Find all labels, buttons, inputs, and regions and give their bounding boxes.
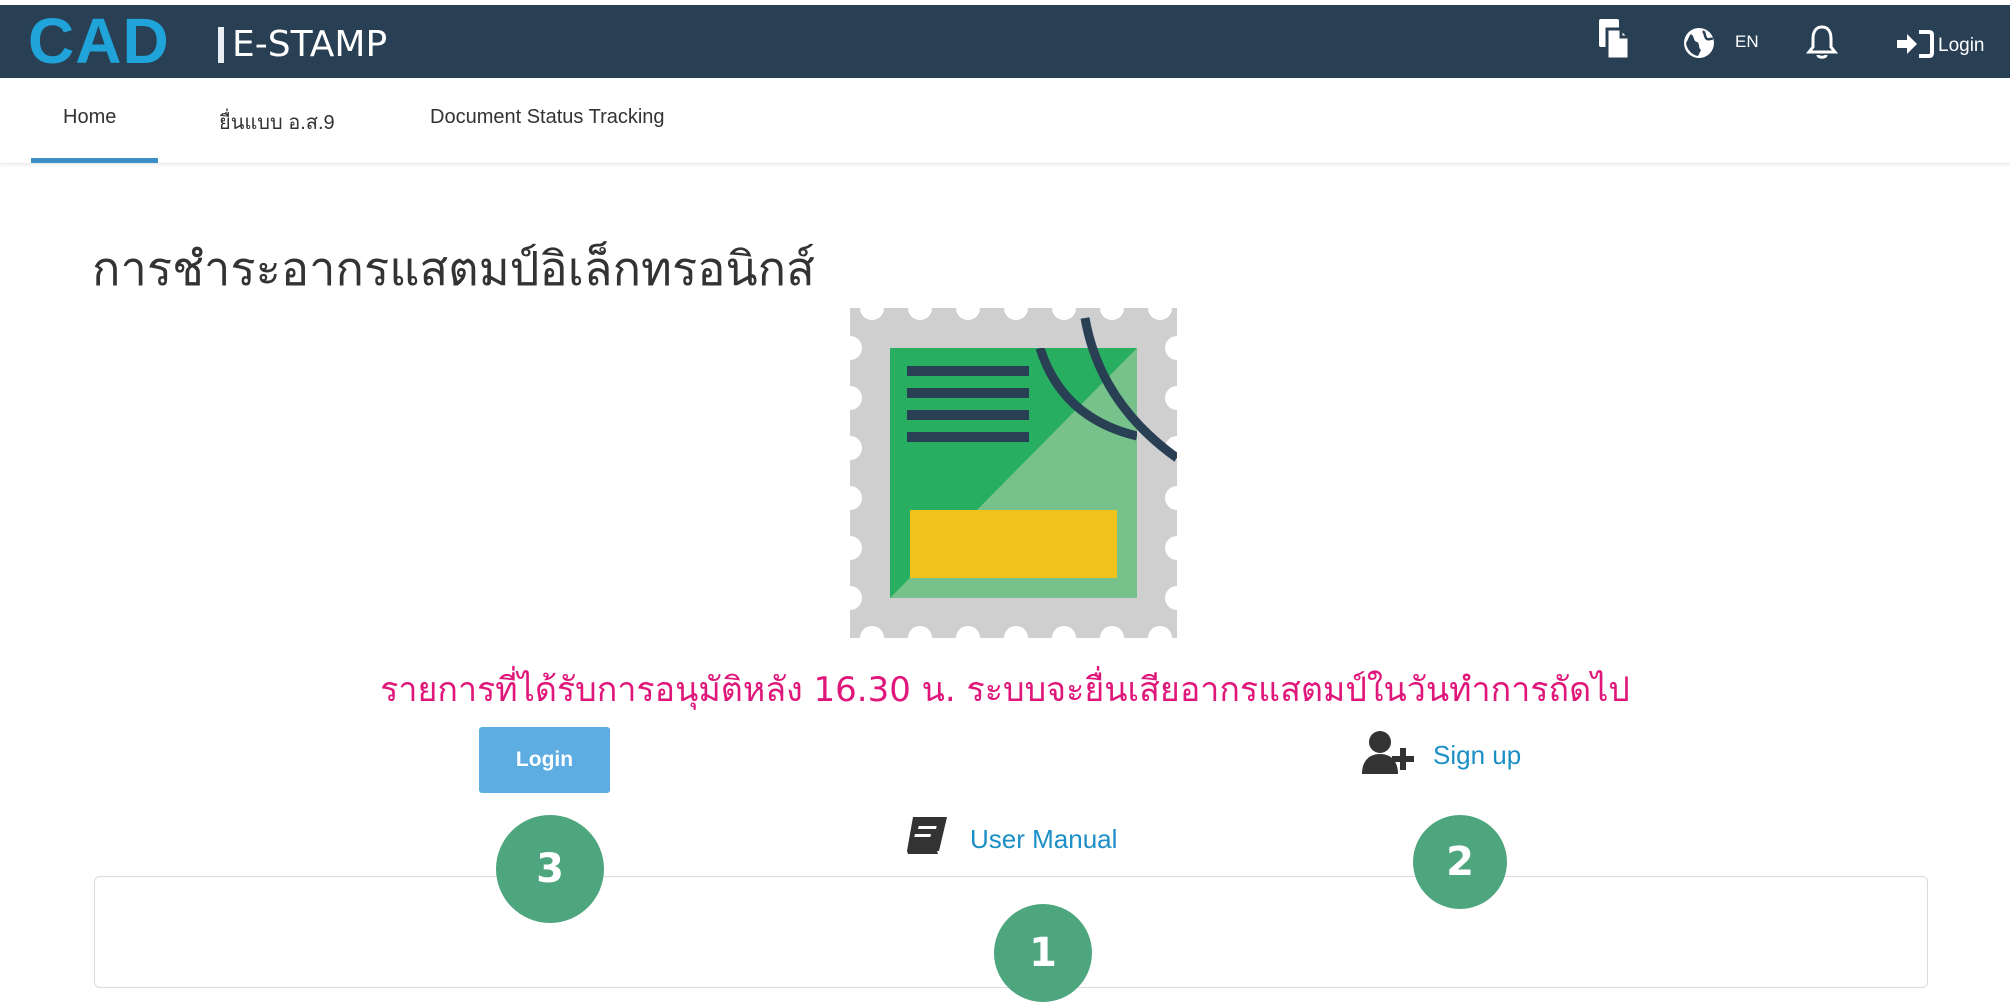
active-tab-indicator — [31, 158, 158, 163]
top-header-bar: CAD E-STAMP EN Login — [0, 5, 2010, 78]
add-user-icon[interactable] — [1360, 730, 1420, 780]
annotation-marker-2: 2 — [1413, 815, 1507, 909]
header-login-link[interactable]: Login — [1938, 35, 1985, 57]
sign-up-link[interactable]: Sign up — [1433, 740, 1521, 771]
annotation-marker-3: 3 — [496, 815, 604, 923]
language-label[interactable]: EN — [1735, 32, 1759, 52]
bell-icon[interactable] — [1805, 23, 1839, 65]
cad-logo[interactable]: CAD — [28, 5, 170, 78]
annotation-marker-1: 1 — [994, 904, 1092, 1002]
sign-in-icon[interactable] — [1895, 29, 1935, 63]
tab-submit-form[interactable]: ยื่นแบบ อ.ส.9 — [219, 106, 335, 138]
user-manual-link[interactable]: User Manual — [970, 824, 1117, 855]
document-icon[interactable] — [1597, 17, 1631, 65]
login-button[interactable]: Login — [479, 727, 610, 793]
book-icon[interactable] — [903, 815, 949, 859]
globe-icon[interactable] — [1683, 27, 1715, 63]
logo-separator — [218, 27, 224, 63]
main-navigation: Home ยื่นแบบ อ.ส.9 Document Status Track… — [0, 78, 2010, 164]
e-stamp-illustration — [850, 308, 1177, 638]
tab-home[interactable]: Home — [63, 106, 116, 129]
tab-document-status-tracking[interactable]: Document Status Tracking — [430, 106, 665, 129]
page-title: การชำระอากรแสตมป์อิเล็กทรอนิกส์ — [92, 242, 815, 298]
processing-time-notice: รายการที่ได้รับการอนุมัติหลัง 16.30 น. ร… — [380, 670, 1630, 710]
product-name[interactable]: E-STAMP — [232, 5, 387, 78]
